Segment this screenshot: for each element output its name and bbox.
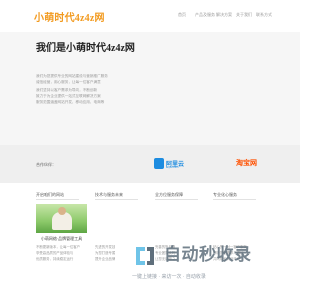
divider: [36, 199, 79, 200]
nav-item-about[interactable]: 关于我们: [236, 12, 252, 18]
site-header: 小萌时代4z4z网 首页 产品及服务 解决方案 关于我们 联系方式: [0, 0, 300, 32]
hero-paragraph: 我们为您提供专业的网站建设与营销推广服务: [36, 74, 108, 78]
nav-item-home[interactable]: 首页: [178, 12, 186, 18]
column-text: 提升企业品牌形象与价值: [95, 257, 115, 261]
divider: [155, 199, 198, 200]
hero-title: 我们是小萌时代4z4z网: [36, 43, 135, 54]
column-text: 为您打造专属的解决方案: [95, 251, 115, 255]
column-text: 享受高品质的产品体验与: [36, 251, 74, 255]
nav-item-solutions[interactable]: 解决方案: [216, 12, 232, 18]
partners-bar: 合作伙伴： 阿里云 aliyun.com 淘宝网: [0, 145, 300, 183]
feature-photo[interactable]: [36, 204, 87, 233]
watermark-overlay: 自动秒收录 一键上链接 · 来访一次 · 自动收录: [120, 235, 300, 300]
column-title: 专业化心服务: [213, 192, 237, 197]
hero-paragraph: 诚信经营，用心服务，让每一位客户满意: [36, 80, 101, 84]
column-text: 先进的开发技术与团队: [95, 245, 115, 249]
hero-paragraph: 服务范围涵盖网站开发、移动应用、电商等: [36, 100, 105, 104]
column-text: 不断更新版本，让每一位客户: [36, 245, 81, 249]
partner-sub: aliyun.com: [166, 166, 179, 169]
column-title: 技术与服务未来: [95, 192, 123, 197]
hero-paragraph: 致力于为企业提供一站式互联网解决方案: [36, 94, 101, 98]
nav-item-contact[interactable]: 联系方式: [256, 12, 272, 18]
photo-caption[interactable]: 小萌网络·品牌管理工具: [36, 236, 87, 242]
column-title: 全方位服务保障: [155, 192, 183, 197]
auto-index-icon: [136, 247, 154, 265]
hero-section: 我们是小萌时代4z4z网 我们为您提供专业的网站建设与营销推广服务 诚信经营，用…: [0, 32, 300, 145]
partner-taobao-link[interactable]: 淘宝网: [236, 158, 257, 168]
divider: [213, 199, 256, 200]
column-title: 开启咱们的网站: [36, 192, 64, 197]
watermark-subtitle: 一键上链接 · 来访一次 · 自动收录: [132, 274, 206, 280]
hero-paragraph: 我们坚持以客户需求为导向，不断创新: [36, 88, 98, 92]
partners-label: 合作伙伴：: [36, 162, 56, 167]
cloud-icon: [154, 158, 164, 169]
nav-item-products[interactable]: 产品及服务: [195, 12, 215, 18]
person-head: [58, 207, 66, 215]
divider: [95, 199, 138, 200]
watermark-title: 自动秒收录: [164, 245, 252, 264]
column-text: 优质服务，持续稳定运行: [36, 257, 74, 261]
partner-aliyun-link[interactable]: 阿里云 aliyun.com: [154, 157, 194, 171]
site-logo[interactable]: 小萌时代4z4z网: [34, 9, 105, 24]
